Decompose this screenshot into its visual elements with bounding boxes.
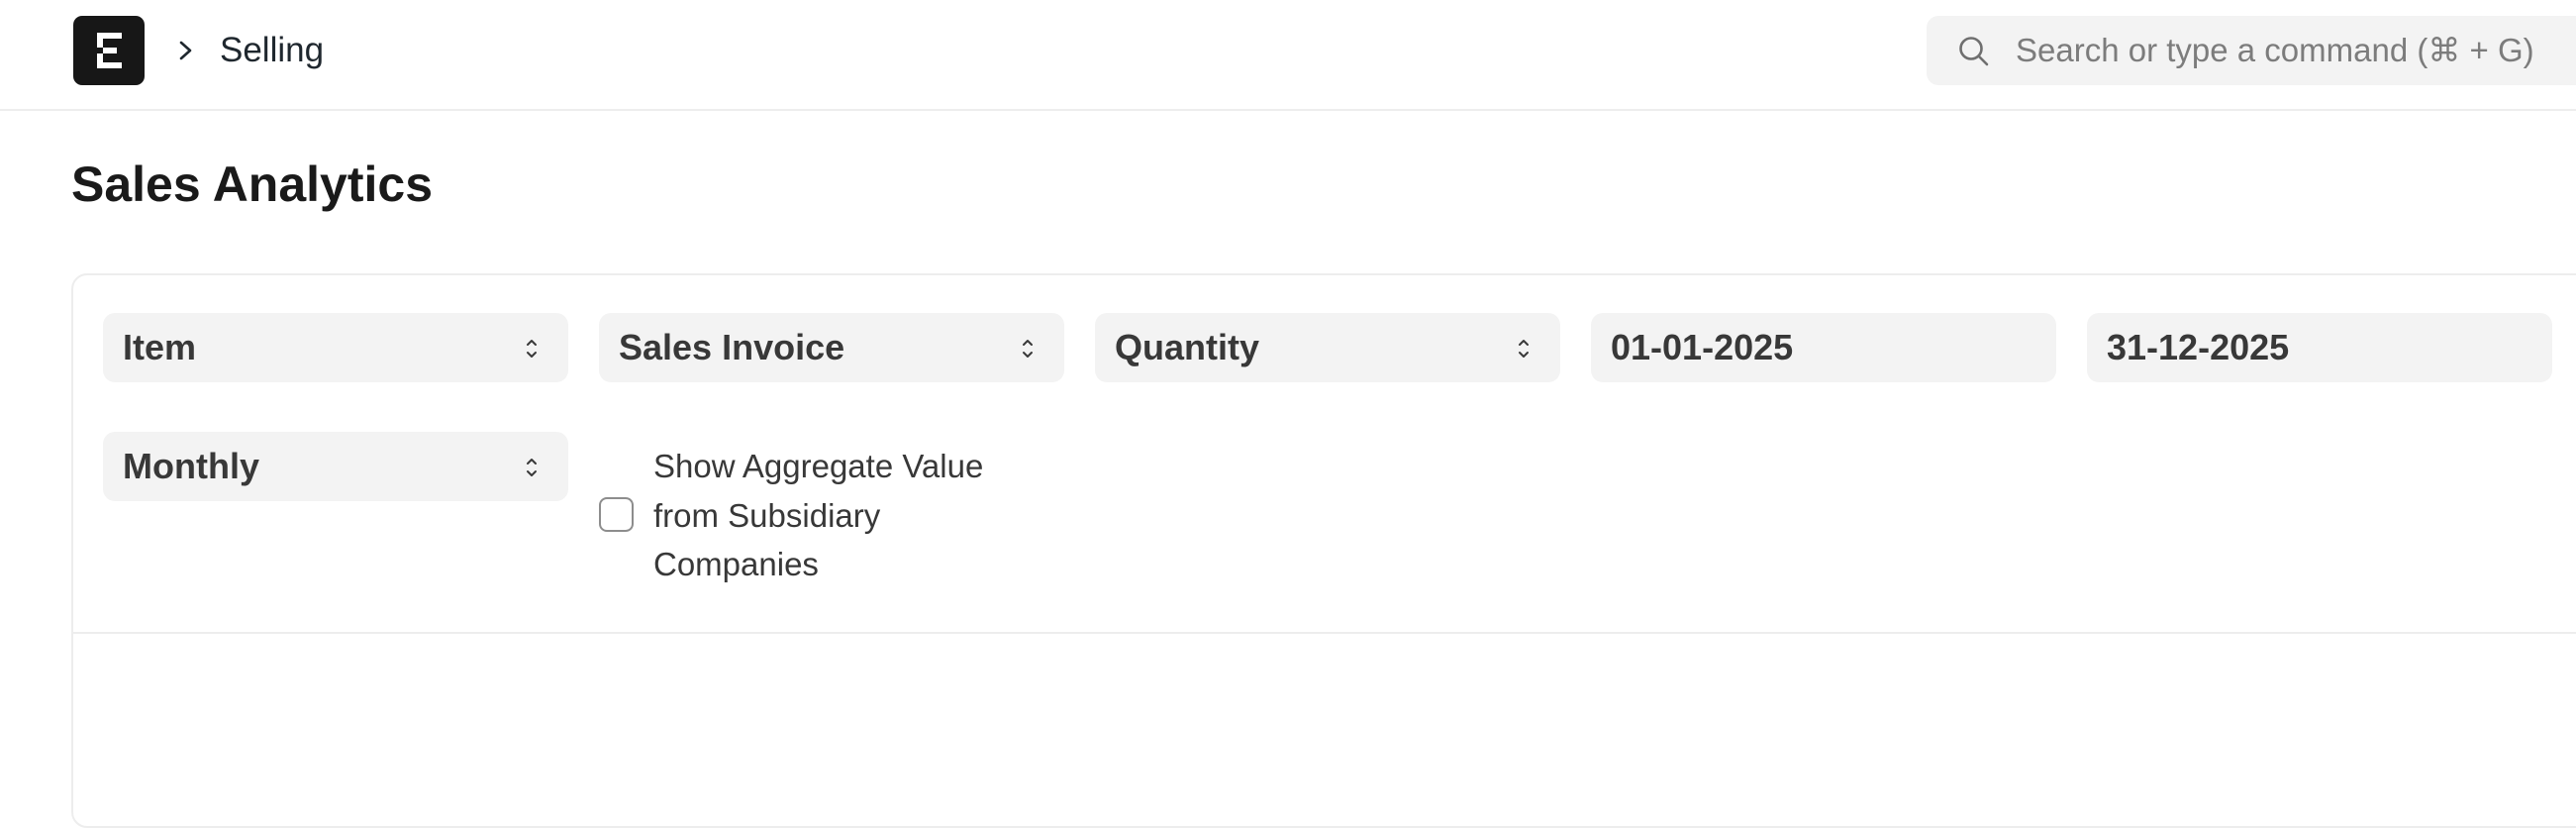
tree-type-select[interactable]: Item <box>103 313 568 382</box>
select-arrows-icon <box>1023 340 1033 358</box>
page-title: Sales Analytics <box>71 156 434 212</box>
erpnext-logo-icon <box>97 33 122 68</box>
app-logo[interactable] <box>73 16 145 85</box>
range-select[interactable]: Monthly <box>103 432 568 501</box>
chevron-right-icon <box>179 41 192 60</box>
select-arrows-icon <box>1519 340 1529 358</box>
navbar: Selling Search or type a command (⌘ + G) <box>0 0 2576 111</box>
value-quantity-value: Quantity <box>1115 327 1260 367</box>
search-icon <box>1959 37 1989 66</box>
search-input[interactable]: Search or type a command (⌘ + G) <box>2016 30 2534 71</box>
from-date-field[interactable]: 01-01-2025 <box>1591 313 2056 382</box>
to-date-value: 31-12-2025 <box>2107 327 2290 367</box>
select-arrows-icon <box>527 459 537 476</box>
filter-area: Item Sales Invoice Quantity 01-01-2025 3… <box>73 275 2576 634</box>
show-aggregate-label[interactable]: Show Aggregate Value from Subsidiary Com… <box>653 442 1049 589</box>
show-aggregate-checkbox[interactable] <box>599 497 634 532</box>
search-bar[interactable]: Search or type a command (⌘ + G) <box>1927 16 2576 85</box>
select-arrows-icon <box>527 340 537 358</box>
breadcrumb-selling[interactable]: Selling <box>220 30 324 71</box>
doc-type-select[interactable]: Sales Invoice <box>599 313 1064 382</box>
to-date-field[interactable]: 31-12-2025 <box>2087 313 2552 382</box>
show-aggregate-option: Show Aggregate Value from Subsidiary Com… <box>599 442 1054 590</box>
range-value: Monthly <box>123 446 259 486</box>
tree-type-value: Item <box>123 327 197 367</box>
from-date-value: 01-01-2025 <box>1611 327 1794 367</box>
report-card: Item Sales Invoice Quantity 01-01-2025 3… <box>71 273 2576 828</box>
value-quantity-select[interactable]: Quantity <box>1095 313 1560 382</box>
doc-type-value: Sales Invoice <box>619 327 845 367</box>
